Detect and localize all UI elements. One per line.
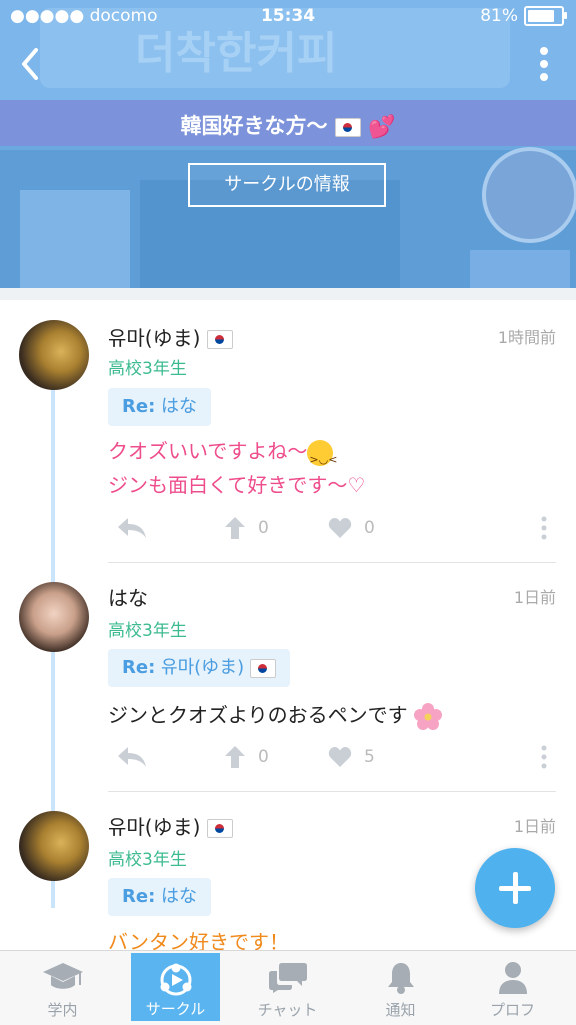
post-grade: 高校3年生: [108, 850, 187, 870]
chat-bubbles-icon: [268, 963, 307, 993]
tab-label: サークル: [145, 1000, 206, 1018]
reply-arrow-icon: [118, 518, 146, 538]
korea-flag-icon: [206, 819, 233, 838]
korea-flag-icon: [249, 658, 276, 678]
korea-flag-icon: [206, 330, 233, 349]
more-menu-button[interactable]: [526, 44, 562, 84]
tab-school[interactable]: 学内: [5, 951, 120, 1025]
upvote-count: 0: [258, 518, 269, 538]
post-more-button[interactable]: [536, 742, 552, 772]
new-post-button[interactable]: [475, 848, 555, 928]
battery-icon: [524, 6, 567, 26]
post-actions: 0 0: [108, 513, 556, 543]
status-bar: ●●●●● docomo 15:34 81%: [0, 0, 576, 34]
upvote-button[interactable]: 0: [224, 513, 269, 543]
post-username[interactable]: はな: [108, 582, 148, 611]
circle-info-button[interactable]: サークルの情報: [188, 163, 386, 207]
tab-label: 学内: [47, 1001, 78, 1019]
post-actions: 0 5: [108, 742, 556, 772]
circle-network-icon: [160, 963, 191, 996]
feed-top-separator: [0, 288, 576, 300]
more-vertical-icon: [541, 745, 547, 769]
reply-name: 유마(ゆま): [161, 657, 245, 678]
more-vertical-icon: [541, 516, 547, 540]
graduation-cap-icon: [42, 963, 83, 989]
reply-name: はな: [161, 886, 198, 907]
avatar[interactable]: [19, 320, 89, 390]
post-message: クオズいいですよね〜 ジンも面白くて好きです〜♡: [108, 434, 365, 502]
reply-tag[interactable]: Re: はな: [108, 878, 212, 916]
post-divider: [108, 791, 556, 792]
like-count: 5: [364, 747, 375, 767]
post-time: 1時間前: [497, 328, 556, 347]
like-button[interactable]: 0: [328, 513, 375, 543]
battery-percent: 81%: [480, 6, 518, 26]
post-time: 1日前: [513, 817, 556, 836]
post-more-button[interactable]: [536, 513, 552, 543]
reply-button[interactable]: [116, 513, 148, 543]
cherry-blossom-icon: [413, 702, 442, 730]
reply-arrow-icon: [118, 747, 146, 767]
upvote-button[interactable]: 0: [224, 742, 269, 772]
post-time: 1日前: [513, 588, 556, 607]
arrow-up-icon: [225, 746, 245, 768]
two-hearts-icon: 💕: [368, 114, 396, 140]
bottom-tab-bar: 学内 サークル チャット 通知 プロフ: [0, 950, 576, 1025]
heart-icon: [328, 747, 352, 767]
tab-circle[interactable]: サークル: [131, 953, 220, 1021]
circle-title-text: 韓国好きな方〜: [180, 114, 328, 138]
like-count: 0: [364, 518, 375, 538]
post-grade: 高校3年生: [108, 621, 187, 641]
tab-label: チャット: [257, 1001, 318, 1019]
post-message: バンタン好きです！: [108, 930, 289, 950]
tab-label: 通知: [385, 1001, 416, 1019]
reply-button[interactable]: [116, 742, 148, 772]
post-username[interactable]: 유마(ゆま): [108, 322, 233, 351]
avatar[interactable]: [19, 811, 89, 881]
plus-icon: [499, 872, 531, 904]
bell-icon: [387, 963, 414, 994]
upvote-count: 0: [258, 747, 269, 767]
post-grade: 高校3年生: [108, 359, 187, 379]
status-right: 81%: [480, 6, 567, 26]
avatar[interactable]: [19, 582, 89, 652]
korea-flag-icon: [334, 117, 361, 137]
tab-profile[interactable]: プロフ: [455, 951, 570, 1025]
more-vertical-icon: [540, 47, 548, 81]
header-sign-text: 더착한커피: [135, 28, 337, 79]
reply-prefix: Re:: [122, 396, 156, 417]
reply-name: はな: [161, 396, 198, 417]
tab-notifications[interactable]: 通知: [343, 951, 458, 1025]
profile-icon: [498, 962, 527, 994]
circle-title: 韓国好きな方〜 💕: [0, 110, 576, 140]
tab-chat[interactable]: チャット: [230, 951, 345, 1025]
heart-icon: [328, 518, 352, 538]
post-divider: [108, 562, 556, 563]
chevron-left-icon: [22, 48, 38, 80]
post-message: ジンとクオズよりのおるペンです: [108, 698, 442, 732]
tab-label: プロフ: [489, 1001, 535, 1019]
post-username[interactable]: 유마(ゆま): [108, 811, 233, 840]
circle-header: 더착한커피 ●●●●● docomo 15:34 81% 韓国好きな方〜 💕 サ…: [0, 0, 576, 288]
like-button[interactable]: 5: [328, 742, 375, 772]
back-button[interactable]: [14, 44, 50, 84]
header-background-image: 더착한커피: [0, 0, 576, 288]
reply-tag[interactable]: Re: 유마(ゆま): [108, 649, 290, 687]
circle-info-label: サークルの情報: [224, 174, 350, 195]
laughing-face-icon: [307, 439, 337, 477]
reply-tag[interactable]: Re: はな: [108, 388, 212, 426]
arrow-up-icon: [225, 517, 245, 539]
reply-prefix: Re:: [122, 886, 156, 907]
reply-prefix: Re:: [122, 657, 156, 678]
